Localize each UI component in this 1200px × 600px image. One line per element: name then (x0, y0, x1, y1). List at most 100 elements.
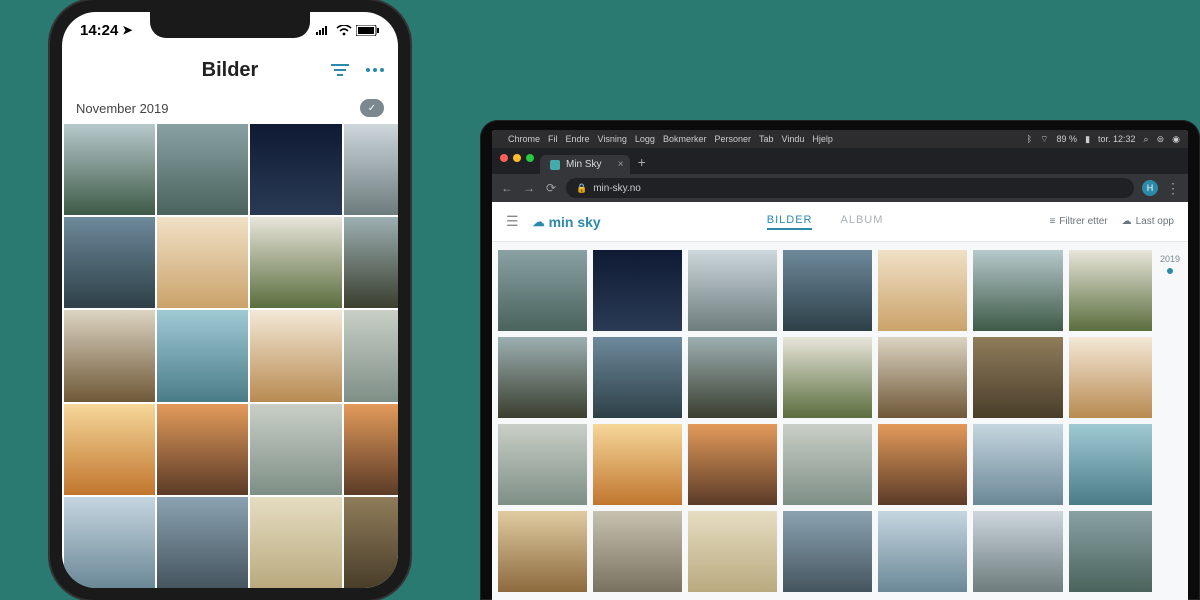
reload-icon[interactable]: ⟳ (544, 181, 558, 195)
photo-thumb[interactable] (1069, 250, 1152, 331)
profile-avatar[interactable]: H (1142, 180, 1158, 196)
photo-thumb[interactable] (64, 217, 155, 308)
tab-album[interactable]: ALBUM (840, 214, 883, 230)
siri-icon[interactable]: ◉ (1172, 134, 1180, 145)
menu-item[interactable]: Logg (635, 134, 655, 144)
filter-button[interactable]: ≡ Filtrer etter (1049, 216, 1107, 227)
laptop-photo-grid[interactable] (492, 242, 1152, 600)
section-header: November 2019 ✓ (62, 92, 398, 124)
forward-icon[interactable]: → (522, 181, 536, 195)
photo-thumb[interactable] (344, 310, 398, 401)
photo-thumb[interactable] (878, 250, 967, 331)
photo-thumb[interactable] (64, 497, 155, 588)
more-icon[interactable] (366, 68, 384, 72)
minimize-window-icon[interactable] (513, 154, 521, 162)
photo-thumb[interactable] (783, 424, 872, 505)
photo-thumb[interactable] (1069, 424, 1152, 505)
photo-thumb[interactable] (973, 424, 1062, 505)
photo-thumb[interactable] (344, 404, 398, 495)
control-center-icon[interactable]: ⊜ (1157, 134, 1165, 145)
filter-icon[interactable] (330, 63, 350, 77)
menu-item[interactable]: Fil (548, 134, 558, 144)
timeline-year[interactable]: 2019 (1152, 254, 1188, 264)
photo-thumb[interactable] (593, 424, 682, 505)
photo-thumb[interactable] (64, 404, 155, 495)
menu-item[interactable]: Personer (714, 134, 751, 144)
lock-icon: 🔒 (576, 183, 587, 194)
photo-thumb[interactable] (344, 217, 398, 308)
menu-item[interactable]: Vindu (782, 134, 805, 144)
menu-item[interactable]: Tab (759, 134, 774, 144)
photo-thumb[interactable] (783, 250, 872, 331)
photo-thumb[interactable] (1069, 337, 1152, 418)
phone-photo-grid[interactable] (62, 124, 398, 588)
photo-thumb[interactable] (498, 337, 587, 418)
photo-thumb[interactable] (157, 217, 248, 308)
menu-item[interactable]: Visning (598, 134, 627, 144)
photo-thumb[interactable] (250, 217, 341, 308)
photo-thumb[interactable] (688, 424, 777, 505)
hamburger-icon[interactable]: ☰ (506, 213, 519, 230)
photo-thumb[interactable] (973, 250, 1062, 331)
brand-logo[interactable]: ☁ min sky (533, 214, 601, 230)
photo-thumb[interactable] (593, 250, 682, 331)
laptop-screen: Chrome Fil Endre Visning Logg Bokmerker … (492, 130, 1188, 600)
macos-menubar[interactable]: Chrome Fil Endre Visning Logg Bokmerker … (492, 130, 1188, 148)
tab-bilder[interactable]: BILDER (767, 214, 813, 230)
wifi-icon[interactable]: ⌔ (1040, 134, 1048, 145)
timeline-marker-icon[interactable] (1167, 268, 1173, 274)
photo-thumb[interactable] (688, 511, 777, 592)
menu-item[interactable]: Hjelp (812, 134, 833, 144)
back-icon[interactable]: ← (500, 181, 514, 195)
menu-item[interactable]: Bokmerker (663, 134, 707, 144)
photo-thumb[interactable] (783, 337, 872, 418)
photo-thumb[interactable] (783, 511, 872, 592)
browser-tab[interactable]: Min Sky × (540, 155, 630, 174)
photo-thumb[interactable] (878, 511, 967, 592)
photo-thumb[interactable] (157, 497, 248, 588)
photo-thumb[interactable] (250, 310, 341, 401)
timeline-rail[interactable]: 2019 (1152, 242, 1188, 600)
photo-thumb[interactable] (250, 497, 341, 588)
browser-menu-icon[interactable]: ⋮ (1166, 180, 1180, 197)
cloud-icon: ☁ (533, 215, 545, 229)
menu-item[interactable]: Chrome (508, 134, 540, 144)
photo-thumb[interactable] (1069, 511, 1152, 592)
cloud-check-icon[interactable]: ✓ (360, 99, 384, 117)
new-tab-button[interactable]: + (630, 154, 654, 174)
close-window-icon[interactable] (500, 154, 508, 162)
app-header: Bilder (62, 48, 398, 92)
filter-label: Filtrer etter (1059, 216, 1107, 227)
photo-thumb[interactable] (250, 404, 341, 495)
bluetooth-icon[interactable]: ᛒ (1027, 134, 1032, 144)
photo-thumb[interactable] (498, 250, 587, 331)
photo-thumb[interactable] (64, 310, 155, 401)
photo-thumb[interactable] (593, 511, 682, 592)
photo-thumb[interactable] (688, 250, 777, 331)
photo-thumb[interactable] (688, 337, 777, 418)
photo-thumb[interactable] (157, 124, 248, 215)
photo-thumb[interactable] (878, 424, 967, 505)
menu-item[interactable]: Endre (566, 134, 590, 144)
maximize-window-icon[interactable] (526, 154, 534, 162)
photo-thumb[interactable] (973, 337, 1062, 418)
battery-icon[interactable]: ▮ (1085, 134, 1090, 145)
photo-thumb[interactable] (250, 124, 341, 215)
menubar-datetime: tor. 12:32 (1098, 134, 1136, 144)
close-tab-icon[interactable]: × (618, 159, 624, 170)
photo-thumb[interactable] (344, 497, 398, 588)
window-controls[interactable] (498, 154, 540, 168)
photo-thumb[interactable] (878, 337, 967, 418)
photo-thumb[interactable] (498, 511, 587, 592)
photo-thumb[interactable] (157, 310, 248, 401)
photo-thumb[interactable] (64, 124, 155, 215)
photo-thumb[interactable] (593, 337, 682, 418)
url-bar[interactable]: 🔒 min-sky.no (566, 178, 1134, 198)
photo-thumb[interactable] (344, 124, 398, 215)
photo-thumb[interactable] (498, 424, 587, 505)
upload-button[interactable]: ☁ Last opp (1122, 216, 1174, 227)
page-title: Bilder (202, 59, 259, 82)
photo-thumb[interactable] (973, 511, 1062, 592)
photo-thumb[interactable] (157, 404, 248, 495)
search-icon[interactable]: ⌕ (1144, 134, 1149, 145)
